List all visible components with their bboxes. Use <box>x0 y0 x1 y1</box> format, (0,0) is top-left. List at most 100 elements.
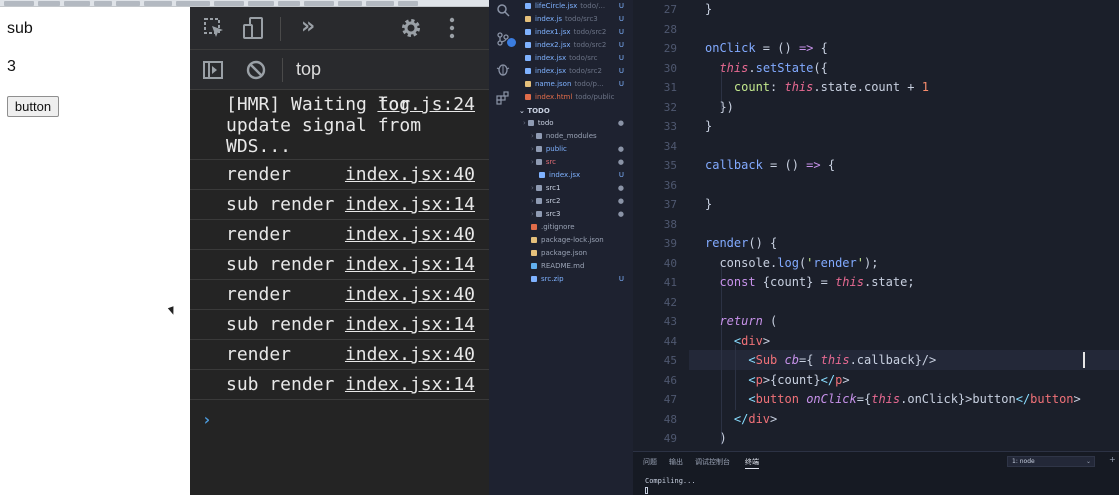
more-tabs-icon[interactable]: » <box>301 16 315 38</box>
add-terminal-icon[interactable]: + <box>1109 455 1116 464</box>
console-message-text: sub render <box>226 314 335 335</box>
line-number: 44 <box>663 334 677 348</box>
console-message: [HMR] Waiting for update signal from WDS… <box>190 90 489 160</box>
open-editor-item[interactable]: index1.jsx todo/src2 U <box>517 26 633 39</box>
file-icon <box>525 42 531 48</box>
code-line: <button onClick={this.onClick}>button</b… <box>748 392 1081 406</box>
panel-tab[interactable]: 终端 <box>745 457 759 469</box>
tree-item-name: src1 <box>545 184 561 192</box>
context-selector[interactable]: top <box>296 59 321 80</box>
chevron-icon: › <box>531 184 534 192</box>
line-number: 41 <box>663 276 677 289</box>
terminal-output: Compiling... <box>645 477 696 485</box>
file-item[interactable]: README.md <box>517 260 633 273</box>
folder-item[interactable]: › node_modules <box>517 130 633 143</box>
console-source-link[interactable]: index.jsx:14 <box>345 370 475 400</box>
file-icon <box>525 16 531 22</box>
chevron-icon: › <box>531 197 534 205</box>
code-line: } <box>705 2 713 16</box>
tree-item-name: src3 <box>545 210 561 218</box>
file-status: U <box>618 2 624 10</box>
tree-item-name: src2 <box>545 197 561 205</box>
tree-item-name: README.md <box>541 262 585 270</box>
tree-item-status: ● <box>617 210 624 218</box>
tree-item-name: src <box>545 158 557 166</box>
console-source-link[interactable]: index.jsx:14 <box>345 310 475 340</box>
file-name: index.jsx <box>535 54 567 62</box>
console-prompt[interactable]: › <box>202 410 212 429</box>
devtools-panel: » top [HMR] Waiting for update signal fr… <box>190 7 489 495</box>
file-item[interactable]: package.json <box>517 247 633 260</box>
extensions-icon[interactable] <box>496 91 510 105</box>
vscode-window: lifeCircle.jsx todo/... Uindex.js todo/src3… <box>489 0 1119 495</box>
console-source-link[interactable]: log.js:24 <box>377 94 475 115</box>
folder-item[interactable]: › src ● <box>517 156 633 169</box>
file-item[interactable]: package-lock.json <box>517 234 633 247</box>
console-message-text: render <box>226 224 292 245</box>
code-line: <p>{count}</p> <box>748 372 850 387</box>
debug-icon[interactable] <box>496 62 510 76</box>
open-editor-item[interactable]: index.js todo/src3 U <box>517 13 633 26</box>
file-item[interactable]: .gitignore <box>517 221 633 234</box>
terminal-select[interactable]: 1: node ⌄ <box>1007 456 1095 467</box>
console-source-link[interactable]: index.jsx:14 <box>345 250 475 280</box>
code-line: ) <box>705 431 727 445</box>
panel-tab[interactable]: 调试控制台 <box>695 457 730 467</box>
file-name: lifeCircle.jsx <box>535 2 578 10</box>
tree-item-name: .gitignore <box>541 223 575 231</box>
folder-item[interactable]: › public ● <box>517 143 633 156</box>
console-message-text: sub render <box>226 254 335 275</box>
section-label: TODO <box>527 107 550 115</box>
clear-console-icon[interactable] <box>245 59 267 81</box>
code-line: <Sub cb={ this.callback}/> <box>748 353 937 367</box>
folder-item[interactable]: › src2 ● <box>517 195 633 208</box>
open-editor-item[interactable]: index.html todo/public <box>517 91 633 104</box>
console-source-link[interactable]: index.jsx:40 <box>345 160 475 190</box>
folder-item[interactable]: › src3 ● <box>517 208 633 221</box>
chevron-icon: › <box>531 145 534 153</box>
file-status: U <box>618 41 624 49</box>
folder-item[interactable]: › src1 ● <box>517 182 633 195</box>
panel-tab[interactable]: 问题 <box>643 457 657 467</box>
console-source-link[interactable]: index.jsx:14 <box>345 190 475 220</box>
page-button[interactable]: button <box>7 96 59 117</box>
console-source-link[interactable]: index.jsx:40 <box>345 280 475 310</box>
open-editor-item[interactable]: index2.jsx todo/src2 U <box>517 39 633 52</box>
open-editor-item[interactable]: index.jsx todo/src U <box>517 52 633 65</box>
text-caret <box>1083 352 1085 368</box>
line-number: 46 <box>663 373 677 387</box>
open-editor-item[interactable]: lifeCircle.jsx todo/... U <box>517 0 633 13</box>
file-icon <box>531 250 537 256</box>
settings-icon[interactable] <box>400 17 422 39</box>
terminal-cursor <box>645 487 648 494</box>
file-item[interactable]: index.jsx U <box>517 169 633 182</box>
file-item[interactable]: src.zip U <box>517 273 633 286</box>
folder-icon <box>535 185 542 191</box>
file-name: index1.jsx <box>535 28 571 36</box>
code-line: <div> <box>733 333 771 348</box>
panel-tab[interactable]: 输出 <box>669 457 683 467</box>
tree-item-status: ● <box>617 145 624 153</box>
device-toggle-icon[interactable] <box>242 16 266 40</box>
inspect-icon[interactable] <box>203 17 225 39</box>
code-editor[interactable]: 27} 28 29 onClick = () => {30 this.setState… <box>633 0 1119 451</box>
kebab-menu-icon[interactable] <box>448 17 456 39</box>
file-status: U <box>618 28 624 36</box>
chevron-down-icon: ⌄ <box>1085 458 1091 465</box>
open-editor-item[interactable]: index.jsx todo/src2 U <box>517 65 633 78</box>
tree-item-name: index.jsx <box>549 171 581 179</box>
file-icon <box>539 172 545 178</box>
code-line: callback = () => { <box>705 158 836 172</box>
line-number: 29 <box>663 42 677 55</box>
search-icon[interactable] <box>496 3 510 17</box>
folder-icon <box>535 198 542 204</box>
code-line: render() { <box>705 236 778 250</box>
console-message: render index.jsx:40 <box>190 280 489 310</box>
console-source-link[interactable]: index.jsx:40 <box>345 220 475 250</box>
console-message: sub render index.jsx:14 <box>190 190 489 220</box>
sidebar-toggle-icon[interactable] <box>202 59 224 81</box>
folder-item[interactable]: › todo ● <box>517 117 633 130</box>
open-editor-item[interactable]: name.json todo/p... U <box>517 78 633 91</box>
line-number: 32 <box>663 100 677 114</box>
console-source-link[interactable]: index.jsx:40 <box>345 340 475 370</box>
